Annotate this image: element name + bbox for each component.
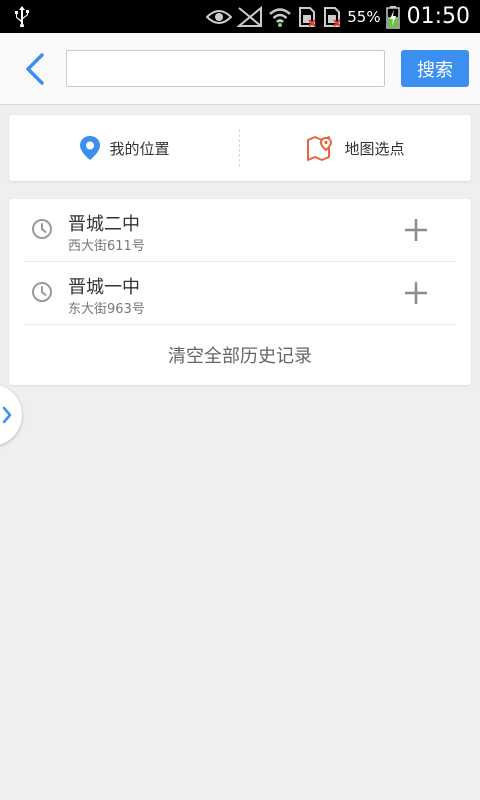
battery-charging-icon (385, 5, 400, 29)
map-pick-button[interactable]: 地图选点 (240, 115, 471, 181)
search-button[interactable]: 搜索 (401, 50, 469, 87)
side-expand-tab[interactable] (0, 384, 22, 446)
usb-icon (15, 6, 29, 27)
history-item-address: 东大街963号 (68, 302, 145, 317)
eye-icon (206, 9, 233, 24)
clock-time: 01:50 (406, 4, 470, 29)
location-options-card: 我的位置 地图选点 (9, 115, 471, 181)
wifi-icon (269, 7, 292, 27)
chevron-right-icon (2, 406, 12, 424)
map-pick-label: 地图选点 (344, 139, 405, 158)
location-pin-icon (80, 136, 101, 160)
clock-icon (32, 219, 52, 239)
history-item-title: 晋城一中 (68, 277, 140, 298)
history-item[interactable]: 晋城二中 西大街611号 (24, 199, 456, 262)
my-location-button[interactable]: 我的位置 (9, 115, 240, 181)
clock-icon (32, 282, 52, 302)
sim1-icon (299, 6, 316, 27)
add-icon[interactable] (402, 279, 430, 307)
sim2-icon (324, 6, 341, 27)
search-input[interactable] (66, 50, 385, 87)
history-item[interactable]: 晋城一中 东大街963号 (24, 262, 456, 325)
back-arrow-icon[interactable] (18, 49, 52, 89)
status-bar: 55% 01:50 (0, 0, 480, 33)
clear-history-button[interactable]: 清空全部历史记录 (9, 325, 471, 385)
no-signal-icon (237, 5, 263, 27)
history-item-address: 西大街611号 (68, 239, 145, 254)
add-icon[interactable] (402, 216, 430, 244)
map-pick-icon (307, 136, 333, 161)
history-item-title: 晋城二中 (68, 214, 140, 235)
battery-percent: 55% (347, 7, 381, 26)
search-header: 搜索 (0, 33, 480, 105)
my-location-label: 我的位置 (109, 139, 170, 158)
history-card: 晋城二中 西大街611号 晋城一中 东大街963号 清空全部历史记录 (9, 199, 471, 385)
